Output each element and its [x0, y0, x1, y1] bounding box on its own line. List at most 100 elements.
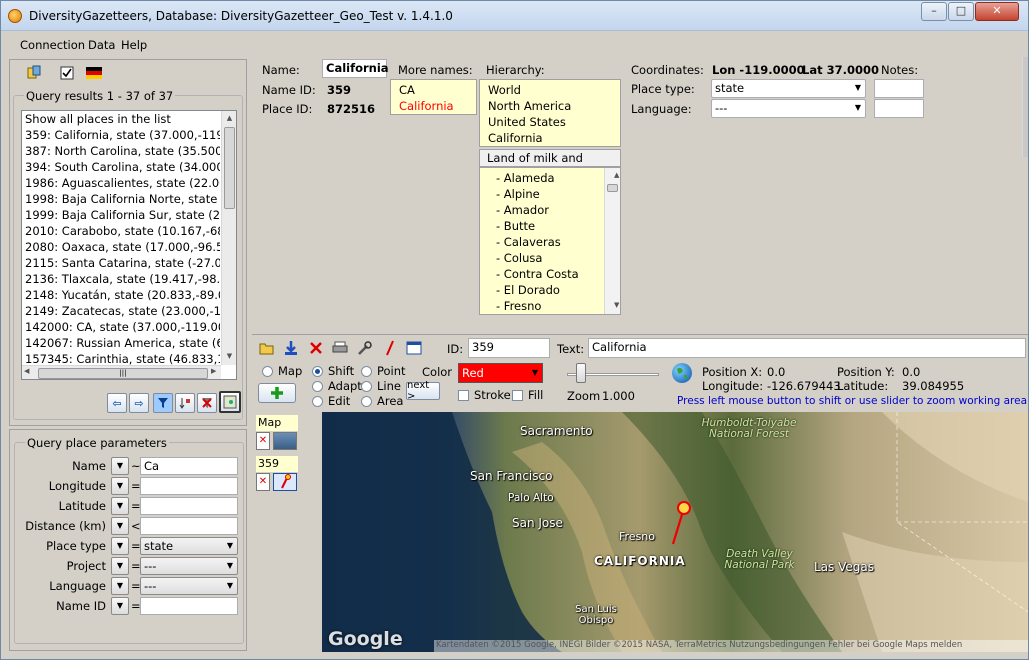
results-horizontal-scrollbar[interactable]: ◀ ||| ▶: [22, 365, 221, 379]
notes-field[interactable]: [874, 79, 924, 98]
hierarchy-item[interactable]: United States: [480, 114, 620, 130]
color-select[interactable]: Red ▼: [458, 363, 543, 383]
next-button[interactable]: ⇨: [129, 393, 149, 413]
child-place-item[interactable]: - El Dorado: [488, 282, 620, 298]
globe-icon[interactable]: [672, 363, 692, 383]
location-marker-icon[interactable]: [670, 498, 700, 548]
scroll-thumb[interactable]: [607, 184, 618, 192]
result-item[interactable]: 142067: Russian America, state (65.0: [22, 335, 220, 351]
map-view-icon[interactable]: [219, 391, 241, 413]
shape-line-radio[interactable]: Line: [361, 379, 401, 393]
tools-icon[interactable]: [355, 338, 375, 358]
mode-adapt-radio[interactable]: Adapt: [312, 379, 362, 393]
child-place-item[interactable]: - Alameda: [488, 170, 620, 186]
param-field-place-type[interactable]: state ▼: [140, 537, 238, 555]
zoom-slider-thumb[interactable]: [576, 363, 586, 383]
result-item[interactable]: Show all places in the list: [22, 111, 220, 127]
database-icon[interactable]: [24, 63, 44, 83]
param-field-language[interactable]: --- ▼: [140, 577, 238, 595]
result-item[interactable]: 2010: Carabobo, state (10.167,-68.08: [22, 223, 220, 239]
shape-point-radio[interactable]: Point: [361, 364, 406, 378]
scroll-left-arrow[interactable]: ◀: [24, 367, 29, 375]
language-combo[interactable]: --- ▼: [711, 99, 866, 118]
scroll-down-arrow[interactable]: ▼: [223, 350, 236, 363]
menu-help[interactable]: Help: [121, 38, 147, 52]
param-field-latitude[interactable]: [140, 497, 238, 515]
clear-filter-icon[interactable]: [197, 393, 217, 413]
menu-data[interactable]: Data: [88, 38, 115, 52]
hierarchy-item[interactable]: California: [480, 130, 620, 146]
child-place-item[interactable]: - Alpine: [488, 186, 620, 202]
map-thumbnail-icon[interactable]: [273, 432, 297, 450]
more-names-item[interactable]: CA: [391, 82, 476, 98]
text-field[interactable]: California: [588, 338, 1026, 358]
child-place-item[interactable]: - Calaveras: [488, 234, 620, 250]
previous-button[interactable]: ⇦: [107, 393, 127, 413]
result-item[interactable]: 142000: CA, state (37.000,-119.000): [22, 319, 220, 335]
details-scrollbar[interactable]: [1022, 57, 1028, 157]
result-item[interactable]: 359: California, state (37.000,-119.000): [22, 127, 220, 143]
hierarchy-list[interactable]: World North America United States Califo…: [479, 79, 621, 147]
operator-dropdown-name-id[interactable]: ▼: [111, 597, 129, 615]
child-place-item[interactable]: - Contra Costa: [488, 266, 620, 282]
download-icon[interactable]: [281, 338, 301, 358]
operator-dropdown-place-type[interactable]: ▼: [111, 537, 129, 555]
param-field-distance-km[interactable]: [140, 517, 238, 535]
add-button[interactable]: [258, 383, 296, 403]
scroll-up-arrow[interactable]: ▲: [223, 112, 236, 125]
mode-shift-radio[interactable]: Shift: [312, 364, 354, 378]
filter-icon[interactable]: [153, 393, 173, 413]
scroll-right-arrow[interactable]: ▶: [211, 367, 216, 375]
satellite-map[interactable]: Sacramento San Francisco Palo Alto San J…: [322, 412, 1028, 652]
result-item[interactable]: 387: North Carolina, state (35.500,-80: [22, 143, 220, 159]
hierarchy-item[interactable]: North America: [480, 98, 620, 114]
children-list[interactable]: - Alameda - Alpine - Amador - Butte - Calave…: [479, 167, 621, 315]
window-icon[interactable]: [404, 338, 424, 358]
operator-dropdown-project[interactable]: ▼: [111, 557, 129, 575]
operator-dropdown-name[interactable]: ▼: [111, 457, 129, 475]
hscroll-thumb[interactable]: |||: [38, 368, 208, 379]
name-field[interactable]: California: [322, 59, 389, 78]
german-flag-icon[interactable]: [84, 63, 104, 83]
param-field-project[interactable]: --- ▼: [140, 557, 238, 575]
checkbox-icon[interactable]: [57, 63, 77, 83]
stroke-checkbox[interactable]: Stroke: [458, 388, 511, 402]
param-field-name-id[interactable]: [140, 597, 238, 615]
operator-dropdown-language[interactable]: ▼: [111, 577, 129, 595]
fill-checkbox[interactable]: Fill: [512, 388, 543, 402]
param-field-longitude[interactable]: [140, 477, 238, 495]
mode-map-radio[interactable]: Map: [262, 364, 302, 378]
child-place-item[interactable]: - Fresno: [488, 298, 620, 314]
menu-connection[interactable]: Connection: [20, 38, 85, 52]
result-item[interactable]: 2115: Santa Catarina, state (-27.000,-: [22, 255, 220, 271]
results-vertical-scrollbar[interactable]: ▲ ▼: [221, 111, 236, 365]
children-scrollbar[interactable]: ▲ ▼: [604, 168, 620, 314]
more-names-item-selected[interactable]: California: [391, 98, 476, 114]
id-field[interactable]: 359: [468, 338, 550, 358]
mode-edit-radio[interactable]: Edit: [312, 394, 350, 408]
result-item[interactable]: 1986: Aguascalientes, state (22.000,-: [22, 175, 220, 191]
maximize-button[interactable]: □: [948, 2, 974, 21]
notes-field-2[interactable]: [874, 99, 924, 118]
more-names-list[interactable]: CA California: [390, 79, 477, 115]
hierarchy-item[interactable]: World: [480, 82, 620, 98]
operator-dropdown-latitude[interactable]: ▼: [111, 497, 129, 515]
shape-area-radio[interactable]: Area: [361, 394, 403, 408]
print-icon[interactable]: [330, 338, 350, 358]
pin-icon[interactable]: [273, 473, 297, 491]
result-item[interactable]: 2136: Tlaxcala, state (19.417,-98.167): [22, 271, 220, 287]
scroll-down-arrow[interactable]: ▼: [606, 299, 619, 312]
scroll-up-arrow[interactable]: ▲: [606, 169, 619, 182]
result-item[interactable]: 394: South Carolina, state (34.000,-81: [22, 159, 220, 175]
param-field-name[interactable]: Ca: [140, 457, 238, 475]
sort-icon[interactable]: [175, 393, 195, 413]
place-type-combo[interactable]: state ▼: [711, 79, 866, 98]
remove-map-icon[interactable]: ✕: [256, 432, 270, 450]
child-place-item[interactable]: - Colusa: [488, 250, 620, 266]
result-item[interactable]: 1999: Baja California Sur, state (26.00: [22, 207, 220, 223]
operator-dropdown-longitude[interactable]: ▼: [111, 477, 129, 495]
close-button[interactable]: ✕: [975, 2, 1019, 21]
open-folder-icon[interactable]: [257, 338, 277, 358]
nickname-field[interactable]: Land of milk and honey: [479, 149, 621, 181]
result-item[interactable]: 1998: Baja California Norte, state (30.: [22, 191, 220, 207]
